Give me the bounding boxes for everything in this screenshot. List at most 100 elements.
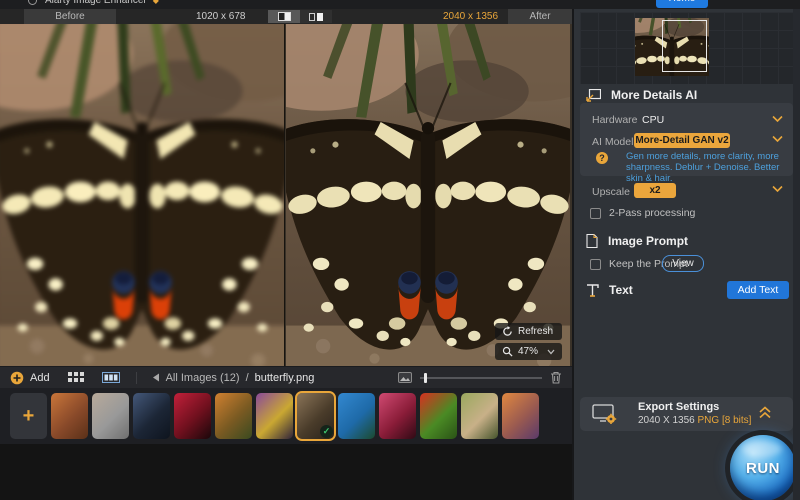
slider-handle[interactable] (424, 372, 427, 383)
upscale-value[interactable]: x2 (634, 183, 676, 198)
thumbnail-portrait-woman[interactable] (92, 393, 129, 439)
filmstrip-view-button[interactable] (101, 372, 120, 383)
image-prompt-header: Image Prompt (586, 234, 688, 248)
thumbnail-tiger[interactable] (215, 393, 252, 439)
refresh-icon (503, 326, 512, 336)
refresh-label: Refresh (517, 326, 553, 337)
export-size: 2040 X 1356 (638, 415, 695, 426)
export-settings-title: Export Settings (638, 401, 720, 413)
add-text-button[interactable]: Add Text (727, 281, 789, 299)
text-tool-icon (587, 283, 599, 297)
trash-icon[interactable] (550, 371, 562, 384)
before-size: 1020 x 678 (196, 11, 246, 22)
text-header: Text (586, 283, 633, 297)
chevron-down-icon (547, 349, 555, 354)
split-view-button[interactable] (268, 10, 300, 23)
two-pass-row: 2-Pass processing (590, 207, 695, 219)
bottom-spacer (0, 444, 572, 500)
ai-model-label: AI Model (592, 136, 634, 148)
navigator-viewport-rect[interactable] (662, 20, 707, 72)
settings-panel: More Details AI Hardware CPU AI Model Mo… (572, 9, 800, 500)
help-icon[interactable]: ? (596, 152, 608, 164)
export-bits: [8 bits] (721, 415, 752, 426)
side-by-side-view-button[interactable] (300, 10, 332, 23)
navigator-preview[interactable] (580, 12, 793, 84)
upscale-chevron-icon[interactable] (772, 185, 783, 193)
app-logo-icon (28, 0, 37, 5)
thumbnail-butterfly[interactable]: ✓ (295, 391, 336, 441)
hardware-label: Hardware (592, 114, 638, 126)
home-button[interactable]: Home (656, 0, 708, 8)
thumbnail-blue-bird[interactable] (338, 393, 375, 439)
thumbnail-size-icon (398, 372, 412, 383)
model-description: Gen more details, more clarity, more sha… (626, 151, 780, 184)
thumbnail-woman-in-nature[interactable] (461, 393, 498, 439)
before-pane[interactable] (0, 24, 285, 366)
panel-scrollbar[interactable] (793, 9, 800, 500)
thumbnail-strip: + ✓ (0, 388, 572, 444)
export-settings-card[interactable]: Export Settings 2040 X 1356 PNG [8 bits] (580, 397, 793, 431)
magnifier-icon (502, 346, 513, 357)
breadcrumb-filename: butterfly.png (254, 371, 315, 384)
thumbnail-mountains[interactable] (133, 393, 170, 439)
add-button[interactable]: Add (10, 371, 50, 385)
thumbnail-cathedral[interactable] (51, 393, 88, 439)
export-size-line: 2040 X 1356 PNG [8 bits] (638, 415, 751, 426)
after-tab[interactable]: After (508, 9, 572, 24)
grid-view-button[interactable] (67, 372, 84, 383)
after-size: 2040 x 1356 (443, 11, 499, 22)
diamond-icon: ◆ (152, 0, 159, 5)
compare-info-bar: Before 1020 x 678 2040 x 1356 After (0, 9, 572, 24)
navigator-thumbnail (635, 18, 709, 76)
selected-check-icon: ✓ (320, 425, 333, 438)
filmstrip-view-icon (101, 372, 120, 383)
upscale-label: Upscale (592, 186, 630, 198)
zoom-control[interactable]: 47% (494, 343, 562, 360)
ai-model-value[interactable]: More-Detail GAN v2 (634, 133, 730, 148)
slider-track (420, 376, 542, 379)
close-icon[interactable]: ✕ (776, 0, 784, 3)
breadcrumb-all-images[interactable]: All Images (12) (166, 372, 240, 384)
export-settings-icon (592, 404, 617, 424)
enhance-icon (586, 88, 601, 102)
hardware-value[interactable]: CPU (642, 114, 664, 126)
app-window: Aiarty Image Enhancer ◆ Home — ✕ Before … (0, 0, 800, 500)
before-tab[interactable]: Before (24, 9, 116, 24)
split-view-icon (277, 12, 291, 21)
ai-model-chevron-icon[interactable] (772, 135, 783, 143)
title-bar: Aiarty Image Enhancer ◆ Home — ✕ (0, 0, 800, 9)
run-label: RUN (746, 459, 780, 477)
thumbnail-sunset-temple[interactable] (502, 393, 539, 439)
after-pane[interactable] (286, 24, 570, 366)
thumbnail-bird-purple-flowers[interactable] (256, 393, 293, 439)
thumbnail-size-slider[interactable] (420, 372, 542, 384)
more-details-header: More Details AI (586, 88, 697, 102)
breadcrumb-separator: / (245, 371, 249, 384)
thumbnail-red-flower-green[interactable] (420, 393, 457, 439)
document-icon (586, 234, 598, 248)
thumbnail-red-rose[interactable] (174, 393, 211, 439)
back-arrow-icon[interactable] (151, 373, 160, 382)
zoom-level: 47% (517, 346, 538, 357)
view-prompt-button[interactable]: View (662, 255, 704, 272)
ai-settings-card: Hardware CPU AI Model More-Detail GAN v2… (580, 103, 793, 184)
run-button[interactable]: RUN (730, 435, 796, 500)
side-by-side-icon (309, 12, 323, 21)
toolbar-divider (135, 371, 137, 384)
hardware-chevron-icon[interactable] (772, 115, 783, 123)
keep-prompt-checkbox[interactable] (590, 258, 601, 270)
export-format: PNG (697, 415, 720, 426)
two-pass-checkbox[interactable] (590, 207, 601, 219)
collapse-chevrons-icon[interactable] (759, 406, 771, 419)
plus-circle-icon (10, 371, 24, 384)
grid-view-icon (67, 372, 84, 382)
add-image-tile[interactable]: + (10, 393, 47, 439)
image-viewer[interactable]: Refresh 47% (0, 24, 572, 366)
add-label: Add (30, 371, 50, 384)
thumbnail-pink-flowers[interactable] (379, 393, 416, 439)
bottom-toolbar: Add All Images (12) / butterfly.png (0, 366, 572, 388)
refresh-button[interactable]: Refresh (494, 323, 562, 340)
two-pass-label: 2-Pass processing (609, 207, 696, 219)
app-title: Aiarty Image Enhancer (45, 0, 147, 6)
minimize-icon[interactable]: — (742, 0, 752, 3)
